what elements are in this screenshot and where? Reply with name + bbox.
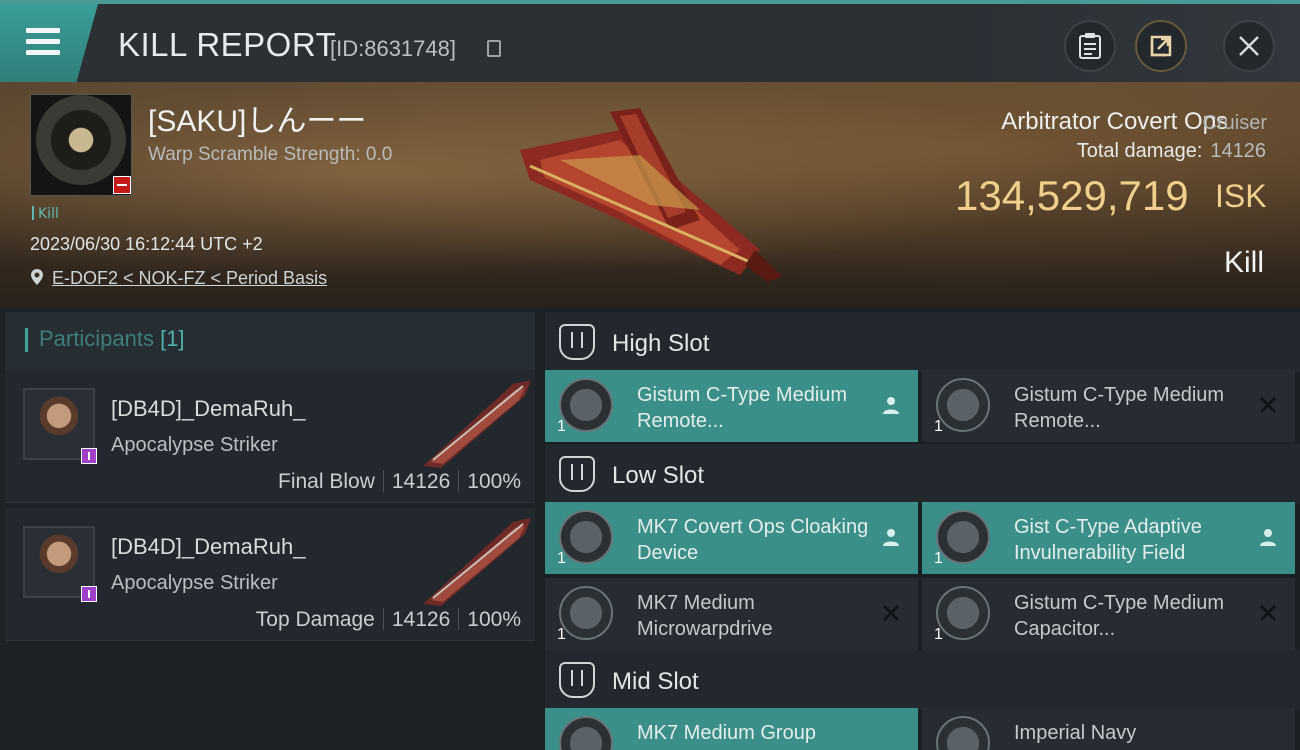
kill-result: Kill — [1223, 246, 1264, 279]
total-damage-value: 14126 — [1210, 140, 1266, 162]
participants-panel: Participants [1] [DB4D]_DemaRuh_ Apocaly… — [0, 308, 540, 750]
module-name: MK7 Medium Microwarpdrive — [637, 592, 773, 640]
slot-shield-icon — [559, 324, 595, 360]
module-quantity: 1 — [557, 418, 566, 435]
report-id: [ID:8631748] — [330, 36, 456, 61]
share-button[interactable] — [1135, 20, 1187, 72]
module-quantity: 1 — [557, 550, 566, 567]
low-slot-header: Low Slot — [545, 444, 1300, 504]
participant-role: Top Damage — [255, 608, 375, 631]
module-quantity: 1 — [934, 418, 943, 435]
standing-badge-icon — [113, 176, 131, 194]
module-name: Gistum C-Type Medium Remote... — [1014, 384, 1225, 432]
module-quantity: 1 — [934, 626, 943, 643]
copy-icon[interactable] — [487, 40, 501, 57]
participant-ship-image — [423, 380, 531, 468]
page-title: KILL REPORT — [118, 26, 337, 63]
dropped-person-icon — [883, 397, 899, 414]
total-damage: Total damage: 14126 — [1077, 140, 1266, 163]
module-name: Gist C-Type Adaptive Invulnerability Fie… — [1014, 516, 1202, 564]
module-name: Gistum C-Type Medium Capacitor... — [1014, 592, 1225, 640]
participant-card[interactable]: [DB4D]_DemaRuh_ Apocalypse Striker Top D… — [5, 508, 535, 641]
victim-name[interactable]: [SAKU]しんーー — [148, 96, 366, 140]
module-name: Gistum C-Type Medium Remote... — [637, 384, 848, 432]
module-item[interactable]: 1 MK7 Covert Ops Cloaking Device — [545, 502, 918, 574]
participant-stats: Top Damage 14126 100% — [256, 608, 521, 632]
slot-label: High Slot — [612, 330, 710, 357]
destroyed-x-icon — [1260, 397, 1276, 413]
warp-scramble-strength: Warp Scramble Strength: 0.0 — [148, 144, 393, 165]
participant-ship: Apocalypse Striker — [111, 434, 278, 456]
participant-damage: 14126 — [391, 608, 451, 631]
module-item[interactable]: 1 Gistum C-Type Medium Capacitor... — [922, 578, 1295, 650]
close-icon — [1239, 36, 1259, 56]
victim-ship-class: Cruiser — [1202, 112, 1267, 134]
participants-header: Participants [1] — [5, 312, 535, 372]
high-slot-header: High Slot — [545, 312, 1300, 372]
standing-badge-icon — [81, 586, 97, 602]
module-name: MK7 Covert Ops Cloaking Device — [637, 516, 869, 564]
participant-card[interactable]: [DB4D]_DemaRuh_ Apocalypse Striker Final… — [5, 370, 535, 503]
participant-name: [DB4D]_DemaRuh_ — [111, 396, 306, 421]
slot-shield-icon — [559, 456, 595, 492]
module-item[interactable]: MK7 Medium Group — [545, 708, 918, 750]
module-name: MK7 Medium Group — [637, 722, 816, 744]
dropped-person-icon — [1260, 529, 1276, 546]
victim-ship-name[interactable]: Arbitrator Covert Ops — [1001, 108, 1228, 136]
destroyed-x-icon — [1260, 605, 1276, 621]
menu-button[interactable] — [0, 4, 98, 82]
participant-ship-image — [423, 518, 531, 606]
fitting-panel: High Slot 1 Gistum C-Type Medium Remote.… — [540, 308, 1300, 750]
close-button[interactable] — [1223, 20, 1275, 72]
participants-title: Participants [1] — [39, 326, 185, 352]
clipboard-icon — [1079, 33, 1101, 59]
participant-damage-percent: 100% — [467, 470, 521, 493]
participant-stats: Final Blow 14126 100% — [278, 470, 521, 494]
module-icon — [559, 716, 613, 750]
module-name: Imperial Navy — [1014, 722, 1137, 744]
module-item[interactable]: Imperial Navy — [922, 708, 1295, 750]
invulnerability-field-icon — [936, 510, 990, 564]
module-quantity: 1 — [557, 626, 566, 643]
microwarpdrive-icon — [559, 586, 613, 640]
destroyed-x-icon — [883, 605, 899, 621]
participants-label: Participants — [39, 326, 154, 351]
mid-slot-header: Mid Slot — [545, 650, 1300, 710]
location-link[interactable]: E-DOF2 < NOK-FZ < Period Basis — [52, 268, 327, 289]
share-icon — [1150, 35, 1172, 57]
header-accent-bar — [25, 328, 28, 352]
standing-badge-icon — [81, 448, 97, 464]
victim-ship-image — [520, 108, 782, 282]
location-pin-icon — [31, 269, 43, 285]
module-item[interactable]: 1 Gistum C-Type Medium Remote... — [545, 370, 918, 442]
isk-unit: ISK — [1215, 178, 1267, 214]
participant-name: [DB4D]_DemaRuh_ — [111, 534, 306, 559]
module-icon — [936, 716, 990, 750]
module-item[interactable]: 1 Gistum C-Type Medium Remote... — [922, 370, 1295, 442]
hamburger-menu-icon — [26, 28, 60, 58]
top-bar: KILL REPORT [ID:8631748] — [0, 0, 1300, 82]
module-item[interactable]: 1 Gist C-Type Adaptive Invulnerability F… — [922, 502, 1295, 574]
participant-role: Final Blow — [278, 470, 375, 493]
module-quantity: 1 — [934, 550, 943, 567]
isk-value: 134,529,719 — [955, 172, 1189, 219]
slot-label: Mid Slot — [612, 668, 699, 695]
participant-ship: Apocalypse Striker — [111, 572, 278, 594]
participant-damage: 14126 — [391, 470, 451, 493]
kill-datetime: 2023/06/30 16:12:44 UTC +2 — [30, 234, 263, 254]
total-damage-label: Total damage: — [1076, 140, 1203, 162]
participant-damage-percent: 100% — [467, 608, 521, 631]
remote-armor-repairer-icon — [936, 378, 990, 432]
module-item[interactable]: 1 MK7 Medium Microwarpdrive — [545, 578, 918, 650]
dropped-person-icon — [883, 529, 899, 546]
capacitor-booster-icon — [936, 586, 990, 640]
slot-shield-icon — [559, 662, 595, 698]
remote-armor-repairer-icon — [559, 378, 613, 432]
participants-count: [1] — [160, 326, 185, 351]
clipboard-button[interactable] — [1064, 20, 1116, 72]
slot-label: Low Slot — [612, 462, 705, 489]
cloaking-device-icon — [559, 510, 613, 564]
kill-tag: Kill — [32, 206, 59, 222]
